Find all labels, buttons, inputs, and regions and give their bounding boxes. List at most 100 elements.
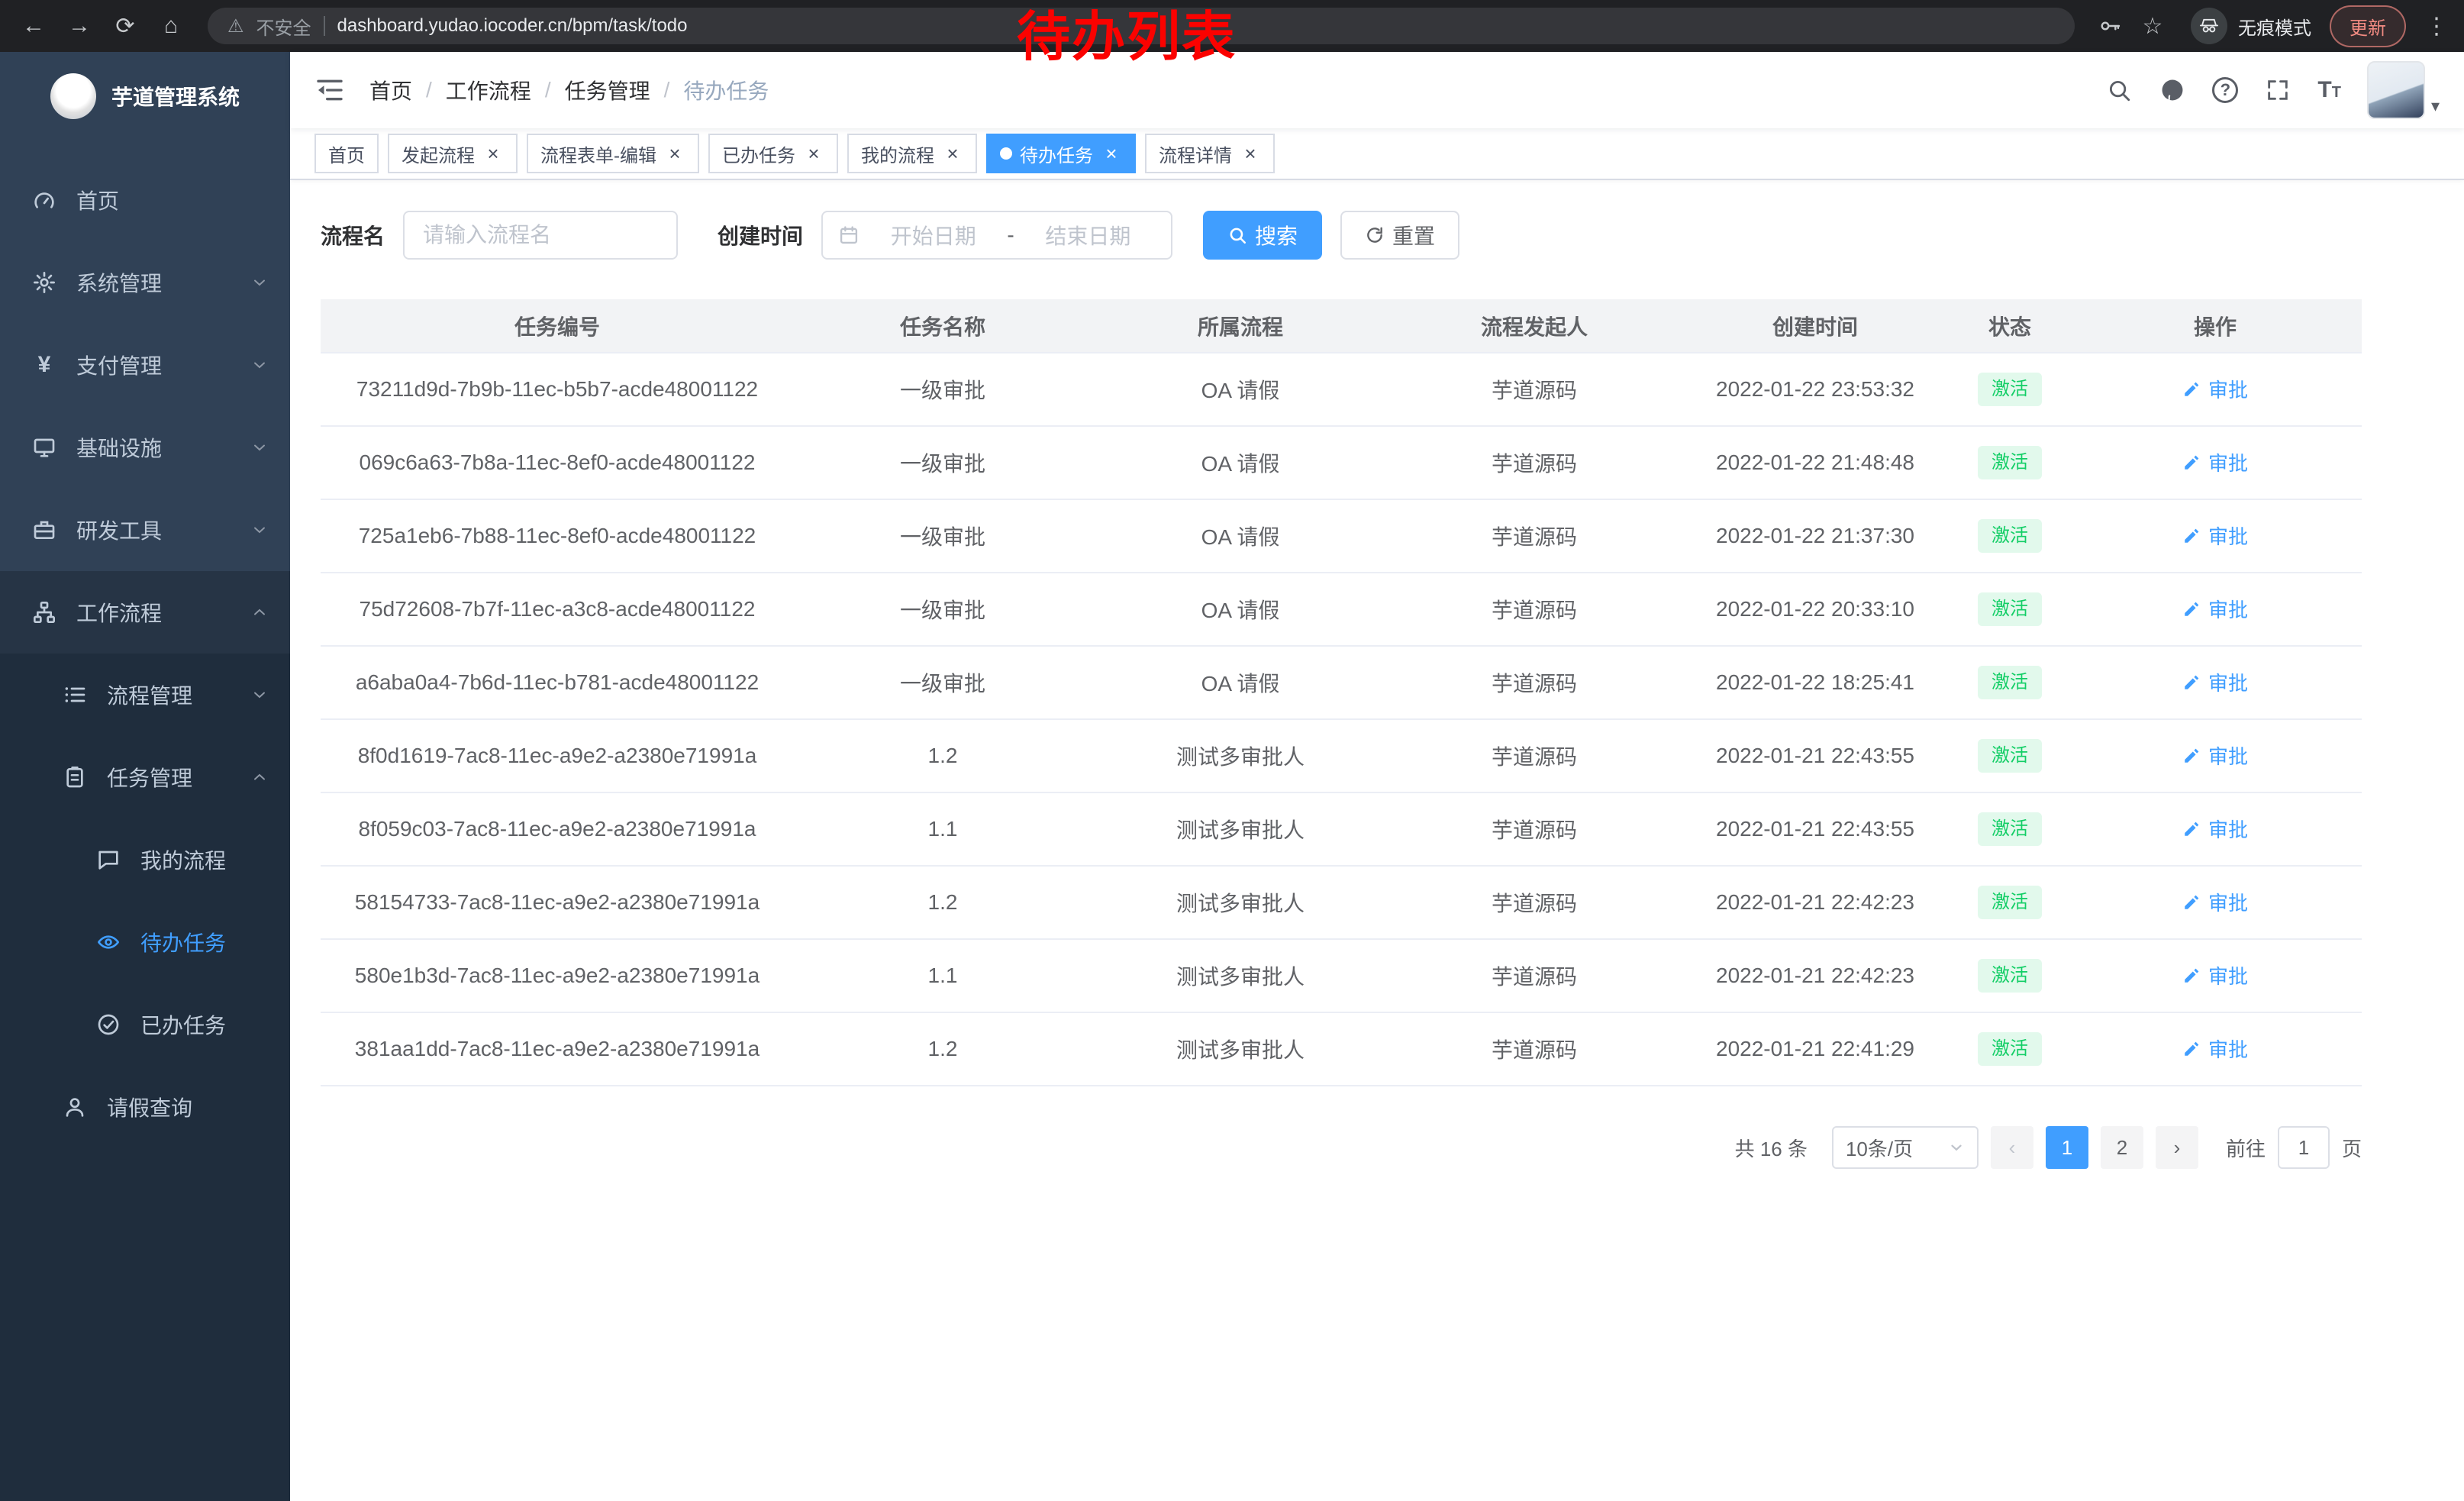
tab-process-detail[interactable]: 流程详情 × <box>1145 134 1275 173</box>
tab-process-form-edit[interactable]: 流程表单-编辑 × <box>527 134 699 173</box>
breadcrumb-home[interactable]: 首页 <box>369 75 412 105</box>
status-badge: 激活 <box>1978 446 2042 479</box>
close-icon[interactable]: × <box>942 143 963 164</box>
approve-link[interactable]: 审批 <box>2182 741 2248 770</box>
back-icon[interactable]: ← <box>12 5 55 47</box>
cell-starter: 芋道源码 <box>1389 499 1679 573</box>
password-key-icon[interactable] <box>2090 6 2130 46</box>
tab-done-tasks[interactable]: 已办任务 × <box>708 134 838 173</box>
approve-link[interactable]: 审批 <box>2182 815 2248 843</box>
tab-label: 我的流程 <box>861 140 934 167</box>
sidebar-item-task-management[interactable]: 任务管理 <box>0 736 290 818</box>
goto-page-input[interactable] <box>2278 1126 2330 1169</box>
sidebar-item-done-tasks[interactable]: 已办任务 <box>0 983 290 1066</box>
url-text[interactable]: dashboard.yudao.iocoder.cn/bpm/task/todo <box>337 15 688 37</box>
approve-link[interactable]: 审批 <box>2182 1035 2248 1063</box>
annotation-overlay-text: 待办列表 <box>1017 9 1237 66</box>
start-date-placeholder[interactable]: 开始日期 <box>866 220 1001 250</box>
cell-process: 测试多审批人 <box>1092 1012 1389 1086</box>
chevron-down-icon <box>250 521 269 539</box>
incognito-label: 无痕模式 <box>2238 13 2311 40</box>
page-content: 流程名 创建时间 开始日期 - 结束日期 搜索 重置 <box>290 180 2464 1199</box>
approve-label: 审批 <box>2208 815 2248 843</box>
approve-link[interactable]: 审批 <box>2182 375 2248 403</box>
cell-task-id: 069c6a63-7b8a-11ec-8ef0-acde48001122 <box>321 426 794 499</box>
approve-link[interactable]: 审批 <box>2182 888 2248 916</box>
sidebar-item-leave-query[interactable]: 请假查询 <box>0 1066 290 1148</box>
cell-created: 2022-01-22 18:25:41 <box>1679 646 1951 719</box>
end-date-placeholder[interactable]: 结束日期 <box>1021 220 1156 250</box>
cell-process: OA 请假 <box>1092 499 1389 573</box>
sidebar-item-todo-tasks[interactable]: 待办任务 <box>0 901 290 983</box>
page-size-select[interactable]: 10条/页 <box>1832 1126 1979 1169</box>
date-range-picker[interactable]: 开始日期 - 结束日期 <box>821 211 1172 260</box>
close-icon[interactable]: × <box>482 143 504 164</box>
cell-action: 审批 <box>2069 646 2362 719</box>
close-icon[interactable]: × <box>1240 143 1261 164</box>
security-label[interactable]: 不安全 <box>256 13 311 40</box>
app-logo[interactable]: 芋道管理系统 <box>0 52 290 140</box>
sidebar-item-home[interactable]: 首页 <box>0 159 290 241</box>
status-badge: 激活 <box>1978 373 2042 406</box>
approve-link[interactable]: 审批 <box>2182 595 2248 623</box>
chat-bubble-icon <box>95 846 122 873</box>
approve-link[interactable]: 审批 <box>2182 521 2248 550</box>
browser-menu-icon[interactable]: ⋮ <box>2421 13 2452 40</box>
approve-link[interactable]: 审批 <box>2182 448 2248 476</box>
status-badge: 激活 <box>1978 666 2042 699</box>
forward-icon[interactable]: → <box>58 5 101 47</box>
page-button-1[interactable]: 1 <box>2046 1126 2088 1169</box>
tab-home[interactable]: 首页 <box>314 134 379 173</box>
home-icon[interactable]: ⌂ <box>150 5 192 47</box>
clipboard-icon <box>61 763 89 791</box>
cell-process: OA 请假 <box>1092 573 1389 646</box>
user-menu[interactable]: ▾ <box>2367 61 2440 119</box>
sidebar-item-infrastructure[interactable]: 基础设施 <box>0 406 290 489</box>
cell-task-name: 一级审批 <box>794 353 1092 426</box>
cell-task-name: 1.2 <box>794 1012 1092 1086</box>
cell-starter: 芋道源码 <box>1389 939 1679 1012</box>
cell-created: 2022-01-22 20:33:10 <box>1679 573 1951 646</box>
cell-action: 审批 <box>2069 426 2362 499</box>
sidebar-item-payment[interactable]: ¥ 支付管理 <box>0 324 290 406</box>
prev-page-button[interactable]: ‹ <box>1991 1126 2033 1169</box>
breadcrumb: 首页 / 工作流程 / 任务管理 / 待办任务 <box>369 75 769 105</box>
sidebar-item-system[interactable]: 系统管理 <box>0 241 290 324</box>
breadcrumb-task-management[interactable]: 任务管理 <box>565 75 650 105</box>
help-icon[interactable]: ? <box>2212 77 2238 103</box>
sidebar-fold-icon[interactable] <box>314 75 345 105</box>
sidebar-item-workflow[interactable]: 工作流程 <box>0 571 290 654</box>
process-name-label: 流程名 <box>321 220 385 250</box>
cell-created: 2022-01-22 23:53:32 <box>1679 353 1951 426</box>
sidebar-item-dev-tools[interactable]: 研发工具 <box>0 489 290 571</box>
avatar[interactable] <box>2367 61 2425 119</box>
approve-link[interactable]: 审批 <box>2182 961 2248 989</box>
close-icon[interactable]: × <box>1101 143 1122 164</box>
fullscreen-icon[interactable] <box>2264 76 2291 104</box>
sidebar-item-label: 研发工具 <box>76 515 232 545</box>
cell-starter: 芋道源码 <box>1389 426 1679 499</box>
yen-icon: ¥ <box>31 351 58 379</box>
update-button[interactable]: 更新 <box>2330 5 2406 47</box>
close-icon[interactable]: × <box>664 143 685 164</box>
cell-task-name: 一级审批 <box>794 426 1092 499</box>
tab-start-process[interactable]: 发起流程 × <box>388 134 518 173</box>
tab-my-processes[interactable]: 我的流程 × <box>847 134 977 173</box>
bookmark-star-icon[interactable]: ☆ <box>2133 6 2172 46</box>
gear-icon <box>31 269 58 296</box>
breadcrumb-workflow[interactable]: 工作流程 <box>446 75 531 105</box>
approve-link[interactable]: 审批 <box>2182 668 2248 696</box>
font-size-icon[interactable]: TT <box>2317 77 2341 103</box>
close-icon[interactable]: × <box>803 143 824 164</box>
reset-button[interactable]: 重置 <box>1340 211 1459 260</box>
page-button-2[interactable]: 2 <box>2101 1126 2143 1169</box>
search-button[interactable]: 搜索 <box>1203 211 1322 260</box>
tab-todo-tasks[interactable]: 待办任务 × <box>986 134 1136 173</box>
search-icon[interactable] <box>2105 76 2133 104</box>
sidebar-item-process-management[interactable]: 流程管理 <box>0 654 290 736</box>
next-page-button[interactable]: › <box>2156 1126 2198 1169</box>
sidebar-item-my-processes[interactable]: 我的流程 <box>0 818 290 901</box>
github-icon[interactable] <box>2159 76 2186 104</box>
reload-icon[interactable]: ⟳ <box>104 5 147 47</box>
process-name-input[interactable] <box>403 211 678 260</box>
